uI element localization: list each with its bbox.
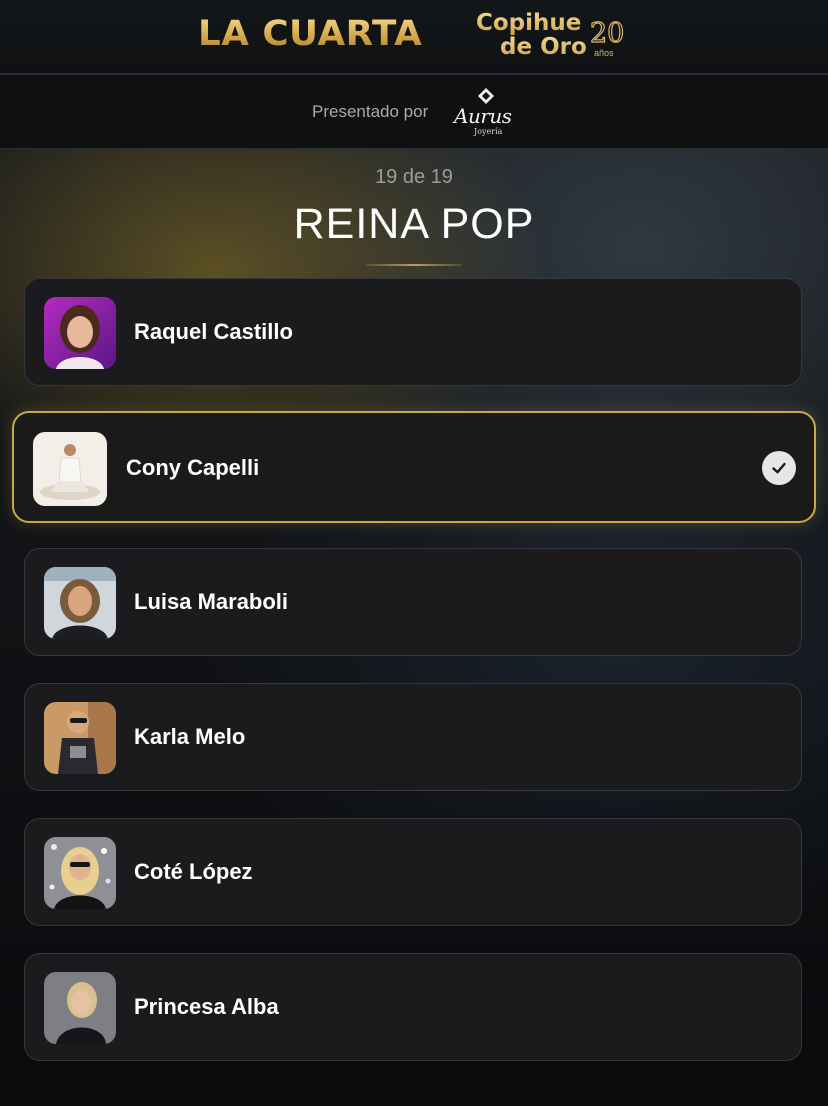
copihue-de-oro-logo: Copihue de Oro 20 años (476, 8, 630, 64)
diamond-icon (478, 88, 494, 104)
avatar (33, 432, 107, 506)
avatar (44, 297, 116, 369)
nominee-card-cote-lopez[interactable]: Coté López (24, 818, 802, 926)
category-title: REINA POP (293, 200, 535, 248)
aurus-logo: Aurus Joyería (452, 88, 520, 136)
nominee-card-princesa-alba[interactable]: Princesa Alba (24, 953, 802, 1061)
check-icon (772, 462, 786, 474)
nominee-photo (44, 567, 116, 639)
selected-check (762, 451, 796, 485)
logo-line-2: de Oro (500, 34, 587, 60)
category-counter: 19 de 19 (375, 166, 453, 188)
avatar (44, 972, 116, 1044)
title-divider (366, 264, 462, 266)
avatar (44, 837, 116, 909)
nominee-name: Raquel Castillo (134, 319, 293, 344)
avatar (44, 702, 116, 774)
nominee-photo (33, 432, 107, 506)
logo-line-1: Copihue (476, 10, 582, 36)
nominee-photo (44, 702, 116, 774)
presented-by-label: Presentado por (312, 102, 429, 121)
nominee-photo (44, 297, 116, 369)
anniversary-badge-sub: años (594, 48, 614, 58)
la-cuarta-logo: LA CUARTA (198, 14, 423, 54)
nominee-photo (44, 837, 116, 909)
sponsor-name: Aurus (454, 104, 512, 128)
nominee-card-cony-capelli[interactable]: Cony Capelli (12, 411, 816, 523)
nominee-name: Cony Capelli (126, 455, 260, 480)
nominee-card-luisa-maraboli[interactable]: Luisa Maraboli (24, 548, 802, 656)
nominee-name: Luisa Maraboli (134, 589, 289, 614)
nominee-card-karla-melo[interactable]: Karla Melo (24, 683, 802, 791)
nominee-photo (44, 972, 116, 1044)
avatar (44, 567, 116, 639)
nominee-card-raquel-castillo[interactable]: Raquel Castillo (24, 278, 802, 386)
nominee-name: Karla Melo (134, 724, 246, 749)
anniversary-badge: 20 (589, 17, 625, 49)
voting-page: LA CUARTA Copihue de Oro 20 años Present… (0, 0, 828, 1106)
nominee-name: Princesa Alba (134, 994, 279, 1019)
sponsor-subtitle: Joyería (474, 127, 503, 136)
nominee-name: Coté López (134, 859, 253, 884)
